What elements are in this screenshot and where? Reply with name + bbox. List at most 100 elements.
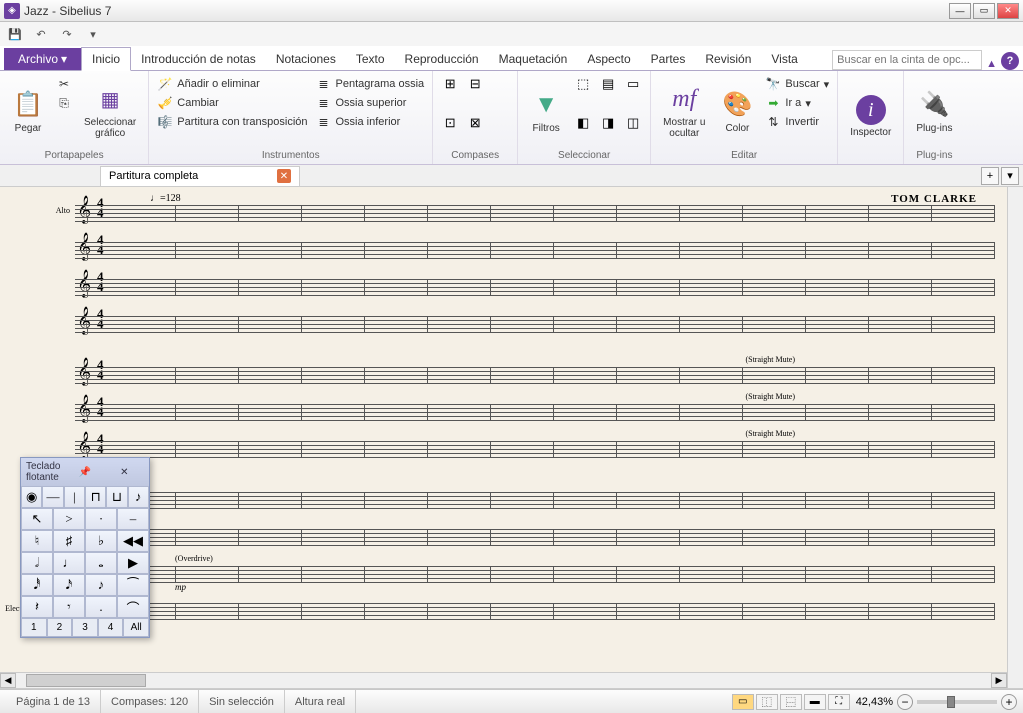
- ossia-above-button[interactable]: ≣Ossia superior: [314, 94, 427, 112]
- kp-note-whole[interactable]: 𝅝: [85, 552, 117, 574]
- select-less-icon[interactable]: ◨: [597, 114, 619, 132]
- staff-row[interactable]: Trumpet 3𝄞44: [75, 486, 995, 514]
- staff-row[interactable]: 𝄞44: [75, 236, 995, 264]
- kp-rest[interactable]: 𝄽: [21, 596, 53, 618]
- ossia-below-button[interactable]: ≣Ossia inferior: [314, 113, 427, 131]
- kp-rewind[interactable]: ◀◀: [117, 530, 149, 552]
- maximize-button[interactable]: ▭: [973, 3, 995, 19]
- kp-dot[interactable]: .: [85, 596, 117, 618]
- scroll-thumb[interactable]: [26, 674, 146, 687]
- kp-staccato[interactable]: ·: [85, 508, 117, 530]
- kp-layout-3[interactable]: 3: [72, 618, 98, 637]
- copy-button[interactable]: ⎘: [54, 94, 74, 112]
- kp-slur[interactable]: ⌒: [117, 596, 149, 618]
- close-keypad-icon[interactable]: ✕: [105, 465, 144, 479]
- minimize-button[interactable]: —: [949, 3, 971, 19]
- kp-mode-6[interactable]: ♪: [128, 486, 149, 508]
- kp-flat[interactable]: ♭: [85, 530, 117, 552]
- staff-row[interactable]: Trombone𝄢44: [75, 523, 995, 551]
- tab-revision[interactable]: Revisión: [695, 48, 761, 70]
- staff-row[interactable]: 𝄞44: [75, 273, 995, 301]
- kp-note-quarter[interactable]: ♩: [53, 552, 85, 574]
- bar-split-icon[interactable]: ⊡: [439, 114, 461, 132]
- view-vertical-button[interactable]: ⿱: [780, 694, 802, 710]
- kp-mode-4[interactable]: ⊓: [85, 486, 106, 508]
- kp-layout-1[interactable]: 1: [21, 618, 47, 637]
- select-system-icon[interactable]: ▭: [622, 75, 644, 93]
- bar-delete-icon[interactable]: ⊟: [464, 75, 486, 93]
- qat-dropdown-icon[interactable]: ▾: [84, 25, 102, 43]
- tab-maquetacion[interactable]: Maquetación: [489, 48, 578, 70]
- kp-layout-all[interactable]: All: [123, 618, 149, 637]
- kp-mode-2[interactable]: —: [42, 486, 63, 508]
- tab-introduccion[interactable]: Introducción de notas: [131, 48, 266, 70]
- bar-add-icon[interactable]: ⊞: [439, 75, 461, 93]
- staff-row[interactable]: 𝄞44(Straight Mute): [75, 398, 995, 426]
- vertical-scrollbar[interactable]: [1007, 187, 1023, 688]
- help-icon[interactable]: ?: [1001, 52, 1019, 70]
- zoom-in-button[interactable]: +: [1001, 694, 1017, 710]
- tab-menu-button[interactable]: ▾: [1001, 167, 1019, 185]
- view-page-button[interactable]: ▭: [732, 694, 754, 710]
- staff-row[interactable]: 𝄞44: [75, 310, 995, 338]
- save-icon[interactable]: 💾: [6, 25, 24, 43]
- staff-row[interactable]: 𝄞44(Straight Mute): [75, 435, 995, 463]
- cut-button[interactable]: ✂: [54, 75, 74, 93]
- kp-note-16[interactable]: 𝅘𝅥𝅯: [53, 574, 85, 596]
- redo-icon[interactable]: ↷: [58, 25, 76, 43]
- show-hide-button[interactable]: mf Mostrar u ocultar: [657, 73, 711, 149]
- kp-layout-2[interactable]: 2: [47, 618, 73, 637]
- zoom-slider[interactable]: [917, 700, 997, 704]
- bar-join-icon[interactable]: ⊠: [464, 114, 486, 132]
- score-canvas[interactable]: ♩=128 TOM CLARKE Alto𝄞44𝄞44𝄞44𝄞44𝄞44(Str…: [0, 187, 1007, 672]
- keypad-panel[interactable]: Teclado flotante 📌 ✕ ◉ — | ⊓ ⊔ ♪ ↖ > · –…: [20, 457, 150, 638]
- collapse-ribbon-icon[interactable]: ▲: [986, 58, 997, 70]
- tab-reproduccion[interactable]: Reproducción: [395, 48, 489, 70]
- ribbon-search-input[interactable]: [832, 50, 982, 70]
- pin-icon[interactable]: 📌: [65, 465, 104, 479]
- tab-notaciones[interactable]: Notaciones: [266, 48, 346, 70]
- kp-sharp[interactable]: ♯: [53, 530, 85, 552]
- close-button[interactable]: ✕: [997, 3, 1019, 19]
- file-tab[interactable]: Archivo▾: [4, 48, 81, 70]
- tab-vista[interactable]: Vista: [761, 48, 807, 70]
- goto-button[interactable]: ➡Ir a ▾: [763, 94, 831, 112]
- kp-note-half[interactable]: 𝅗𝅥: [21, 552, 53, 574]
- kp-natural[interactable]: ♮: [21, 530, 53, 552]
- scroll-track[interactable]: [16, 673, 991, 688]
- inspector-button[interactable]: i Inspector: [844, 73, 897, 160]
- kp-mode-3[interactable]: |: [64, 486, 85, 508]
- transposition-button[interactable]: 🎼Partitura con transposición: [155, 113, 309, 131]
- close-tab-icon[interactable]: ✕: [277, 169, 291, 183]
- scroll-left-icon[interactable]: ◀: [0, 673, 16, 688]
- horizontal-scrollbar[interactable]: ◀ ▶: [0, 672, 1007, 688]
- kp-note-32[interactable]: 𝅘𝅥𝅰: [21, 574, 53, 596]
- add-remove-button[interactable]: 🪄Añadir o eliminar: [155, 75, 309, 93]
- view-full-button[interactable]: ⛶: [828, 694, 850, 710]
- zoom-out-button[interactable]: −: [897, 694, 913, 710]
- select-bars-icon[interactable]: ▤: [597, 75, 619, 93]
- scroll-right-icon[interactable]: ▶: [991, 673, 1007, 688]
- kp-accent[interactable]: >: [53, 508, 85, 530]
- staff-row[interactable]: Alto𝄞44: [75, 199, 995, 227]
- undo-icon[interactable]: ↶: [32, 25, 50, 43]
- kp-mode-1[interactable]: ◉: [21, 486, 42, 508]
- select-all-icon[interactable]: ⬚: [572, 75, 594, 93]
- tab-partes[interactable]: Partes: [641, 48, 696, 70]
- kp-arrow[interactable]: ↖: [21, 508, 53, 530]
- staff-row[interactable]: 𝄞44(Straight Mute): [75, 361, 995, 389]
- kp-play[interactable]: ▶: [117, 552, 149, 574]
- kp-rest2[interactable]: 𝄾: [53, 596, 85, 618]
- ossia-button[interactable]: ≣Pentagrama ossia: [314, 75, 427, 93]
- tab-texto[interactable]: Texto: [346, 48, 395, 70]
- staff-row[interactable]: Electric Guitar𝄞44(Overdrive)mp: [75, 560, 995, 588]
- kp-tie[interactable]: ⁀: [117, 574, 149, 596]
- select-more-icon[interactable]: ◧: [572, 114, 594, 132]
- document-tab[interactable]: Partitura completa ✕: [100, 166, 300, 186]
- paste-button[interactable]: 📋 Pegar: [6, 73, 50, 149]
- find-button[interactable]: 🔭Buscar ▾: [763, 75, 831, 93]
- filters-button[interactable]: ▼ Filtros: [524, 73, 568, 149]
- kp-tenuto[interactable]: –: [117, 508, 149, 530]
- color-button[interactable]: 🎨 Color: [715, 73, 759, 149]
- select-none-icon[interactable]: ◫: [622, 114, 644, 132]
